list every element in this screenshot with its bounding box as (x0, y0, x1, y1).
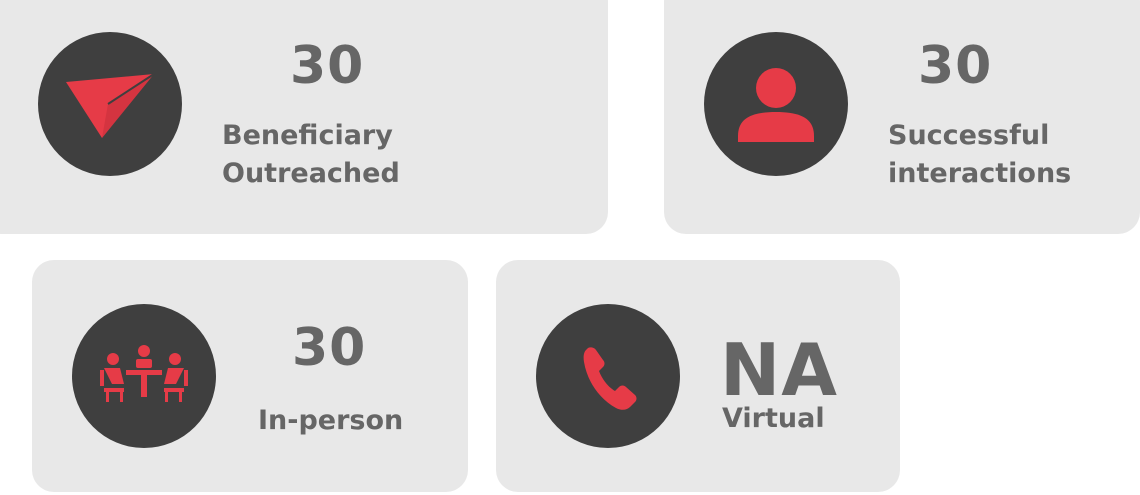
stat-value: 30 (290, 36, 365, 96)
stat-value: NA (720, 328, 838, 412)
icon-circle (704, 32, 848, 176)
icon-circle (38, 32, 182, 176)
stat-value: 30 (918, 36, 993, 96)
stat-card-successful-interactions: 30 Successful interactions (664, 0, 1140, 234)
stat-value: 30 (292, 318, 367, 378)
stat-label-line1: Beneficiary (222, 120, 393, 151)
stat-label-line2: interactions (888, 158, 1072, 189)
stat-card-in-person: 30 In-person (32, 260, 468, 492)
phone-icon (583, 347, 637, 410)
stat-label: In-person (258, 405, 404, 436)
icon-circle (536, 304, 680, 448)
stat-label-line2: Outreached (222, 158, 400, 189)
icon-circle (72, 304, 216, 448)
paper-plane-icon (66, 73, 155, 138)
stat-card-beneficiary-outreached: 30 Beneficiary Outreached (0, 0, 608, 234)
stat-label-line1: Successful (888, 120, 1050, 151)
meeting-table-icon (100, 345, 188, 402)
user-icon (738, 68, 814, 142)
stat-label: Virtual (722, 403, 825, 434)
stat-card-virtual: NA Virtual (496, 260, 900, 492)
